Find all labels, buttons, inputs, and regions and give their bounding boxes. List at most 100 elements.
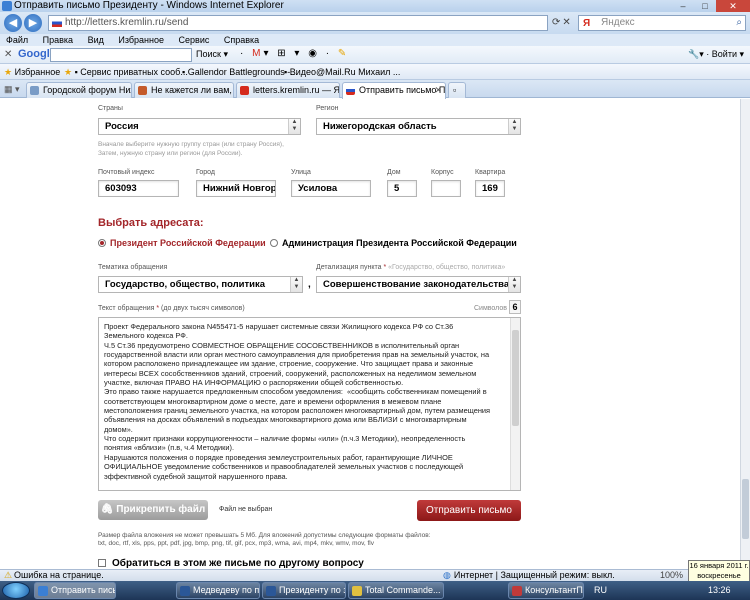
page-content: Страны Россия ▲ ▼ Регион Нижегородская об… — [0, 99, 740, 569]
country-select[interactable]: Россия ▲ ▼ — [98, 118, 301, 135]
star-icon: ★ — [4, 67, 13, 77]
task-word-1[interactable]: Медведеву по пр... — [176, 582, 260, 599]
menu-help[interactable]: Справка — [224, 35, 259, 45]
building-field[interactable] — [431, 180, 461, 197]
paperclip-icon: 🖇 — [100, 504, 114, 515]
gmail-icon[interactable]: M — [252, 48, 263, 59]
task-consultant[interactable]: КонсультантПл... — [508, 582, 584, 599]
clock[interactable]: 13:26 — [708, 581, 731, 600]
window-titlebar: Отправить письмо Президенту - Windows In… — [0, 0, 750, 12]
tab-bar: ▦ ▾ Городской форум Нижне... Не кажется … — [0, 80, 750, 99]
search-input[interactable]: Я Яндекс ⌕ — [578, 15, 746, 31]
region-select[interactable]: Нижегородская область ▲ ▼ — [316, 118, 521, 135]
star-icon: ★ — [64, 67, 73, 77]
attachment-size-info: Размер файла вложения не может превышать… — [98, 532, 431, 539]
language-indicator[interactable]: RU — [594, 581, 607, 600]
recipient-administration-radio[interactable]: Администрация Президента Российской Феде… — [270, 238, 517, 248]
detail-label: Детализация пункта * «Государство, общес… — [316, 264, 506, 271]
no-file-label: Файл не выбран — [219, 506, 273, 513]
favorite-item[interactable]: ★ ▪ Сервис приватных сооб... — [64, 64, 188, 80]
task-ie-active[interactable]: Отправить письм... — [34, 582, 116, 599]
consultant-icon — [512, 586, 522, 596]
search-icon[interactable]: ⌕ — [736, 16, 742, 30]
task-total-commander[interactable]: Total Commande... — [348, 582, 444, 599]
google-search-button[interactable]: Поиск ▾ — [196, 49, 228, 60]
start-button[interactable] — [2, 582, 30, 599]
attach-file-button[interactable]: 🖇 Прикрепить файл — [98, 500, 208, 520]
taskbar: Отправить письм... Медведеву по пр... Пр… — [0, 581, 750, 600]
ie-icon — [2, 1, 12, 11]
send-letter-button[interactable]: Отправить письмо — [417, 500, 521, 521]
message-textarea[interactable]: Проект Федерального закона N455471-5 нар… — [98, 317, 521, 491]
menu-file[interactable]: Файл — [6, 35, 28, 45]
maximize-button[interactable]: □ — [694, 0, 716, 12]
street-field[interactable]: Усилова — [291, 180, 371, 197]
other-question-checkbox[interactable]: Обратиться в этом же письме по другому в… — [98, 558, 364, 569]
google-search-input[interactable] — [50, 48, 192, 62]
detail-select[interactable]: Совершенствование законодательства ▲ ▼ — [316, 276, 521, 293]
pencil-icon[interactable]: ✎ — [338, 48, 349, 59]
radio-icon — [270, 239, 278, 247]
page-scrollbar[interactable] — [740, 99, 750, 569]
message-scrollbar[interactable] — [510, 318, 520, 490]
window-title: Отправить письмо Президенту - Windows In… — [14, 0, 284, 11]
ie-icon — [38, 586, 48, 596]
close-button[interactable]: ✕ — [716, 0, 750, 12]
security-zone[interactable]: ◍ Интернет | Защищенный режим: выкл. — [443, 570, 615, 581]
street-label: Улица — [291, 169, 311, 176]
tab-4-active[interactable]: Отправить письмо Пр...✕ — [342, 82, 446, 99]
topic-label: Тематика обращения — [98, 264, 168, 271]
word-icon — [180, 586, 190, 596]
city-label: Город — [196, 169, 215, 176]
city-field[interactable]: Нижний Новгор — [196, 180, 276, 197]
google-toolbar: ✕ Google Поиск ▾ · M▾ ⊞ ▾ ◉ · ✎ 🔧▾ · Вой… — [0, 46, 750, 64]
quick-tabs-icon[interactable]: ▦ ▾ — [4, 84, 20, 95]
google-signin[interactable]: 🔧▾ · Войти ▾ — [688, 49, 744, 60]
status-bar: ⚠ Ошибка на странице. ◍ Интернет | Защище… — [0, 569, 750, 581]
building-label: Корпус — [431, 169, 454, 176]
refresh-stop-icons[interactable]: ⟳✕ — [552, 17, 573, 28]
tab-2[interactable]: Не кажется ли вам, что м... — [134, 82, 234, 98]
task-word-2[interactable]: Президенту по з... — [262, 582, 346, 599]
menu-edit[interactable]: Правка — [43, 35, 73, 45]
favorites-bar: ★ Избранное ★ ▪ Сервис приватных сооб...… — [0, 64, 750, 80]
close-tab-icon[interactable]: ✕ — [434, 83, 442, 98]
comma-separator: , — [308, 279, 311, 290]
favorite-item[interactable]: ▪ Gallendor Battlegrounds -... — [182, 64, 298, 80]
message-text[interactable]: Проект Федерального закона N455471-5 нар… — [104, 322, 507, 481]
zoom-level[interactable]: 100% — [660, 570, 683, 581]
menu-favorites[interactable]: Избранное — [118, 35, 164, 45]
house-label: Дом — [387, 169, 401, 176]
favorites-button[interactable]: ★ Избранное — [4, 64, 60, 80]
region-label: Регион — [316, 105, 339, 112]
postcode-field[interactable]: 603093 — [98, 180, 179, 197]
menu-view[interactable]: Вид — [88, 35, 104, 45]
country-label: Страны — [98, 105, 123, 112]
text-label: Текст обращения * (до двух тысяч символо… — [98, 305, 245, 312]
word-icon — [266, 586, 276, 596]
warning-icon[interactable]: ⚠ — [4, 570, 12, 581]
close-icon[interactable]: ✕ — [4, 49, 12, 60]
url-input[interactable]: http://letters.kremlin.ru/send — [48, 15, 548, 31]
minimize-button[interactable]: – — [672, 0, 694, 12]
page-scrollbar-thumb[interactable] — [742, 479, 749, 539]
symbols-label: Символов — [474, 305, 507, 312]
date-tooltip: 16 января 2011 г. воскресенье — [688, 560, 750, 582]
google-tool-icons[interactable]: · M▾ ⊞ ▾ ◉ · ✎ — [240, 48, 349, 59]
flat-field[interactable]: 169 — [475, 180, 505, 197]
new-tab-button[interactable]: ▫ — [448, 82, 466, 98]
house-field[interactable]: 5 — [387, 180, 417, 197]
recipient-title: Выбрать адресата: — [98, 217, 204, 229]
tab-1[interactable]: Городской форум Нижне... — [26, 82, 132, 98]
topic-select[interactable]: Государство, общество, политика ▲ ▼ — [98, 276, 303, 293]
scrollbar-thumb[interactable] — [512, 330, 519, 426]
back-arrow-icon[interactable]: ◀ — [4, 14, 22, 32]
attachment-formats-info: txt, doc, rtf, xls, pps, ppt, pdf, jpg, … — [98, 540, 374, 547]
page-error-text[interactable]: Ошибка на странице. — [14, 570, 104, 581]
menu-tools[interactable]: Сервис — [179, 35, 210, 45]
select-arrows-icon: ▲ ▼ — [288, 119, 300, 134]
recipient-president-radio[interactable]: Президент Российской Федерации — [98, 238, 266, 248]
favorite-item[interactable]: ▪ Видео@Mail.Ru Михаил ... — [284, 64, 400, 80]
forward-arrow-icon[interactable]: ▶ — [24, 14, 42, 32]
tab-3[interactable]: letters.kremlin.ru — Яндек... — [236, 82, 340, 98]
